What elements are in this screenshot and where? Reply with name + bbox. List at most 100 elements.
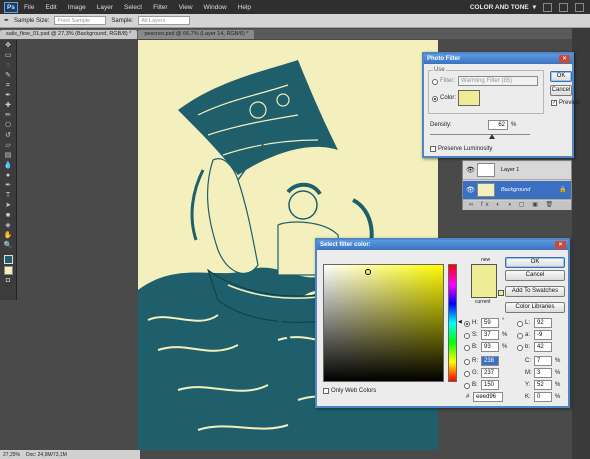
current-color-swatch[interactable] <box>471 281 497 298</box>
crop-tool-icon[interactable]: ⌗ <box>3 82 14 90</box>
clone-stamp-tool-icon[interactable]: ⎔ <box>3 122 14 130</box>
quick-mask-icon[interactable]: ◘ <box>3 277 14 285</box>
yellow-input[interactable]: 52 <box>534 380 552 390</box>
filter-radio[interactable] <box>432 79 438 85</box>
menu-layer[interactable]: Layer <box>97 4 113 11</box>
red-radio[interactable] <box>464 359 470 365</box>
menu-file[interactable]: File <box>24 4 34 11</box>
layers-panel-footer-icons[interactable]: ∞ fx ◐ ◑ ▢ ▣ 🗑 <box>463 201 571 210</box>
hue-input[interactable]: 59 <box>481 318 499 328</box>
eraser-tool-icon[interactable]: ▱ <box>3 142 14 150</box>
saturation-radio[interactable] <box>464 333 470 339</box>
saturation-input[interactable]: 37 <box>481 330 499 340</box>
density-slider-thumb[interactable] <box>489 134 495 139</box>
3d-tool-icon[interactable]: ◈ <box>3 222 14 230</box>
tab-sails-flow[interactable]: sails_flow_01.psd @ 27,3% (Background, R… <box>0 30 138 39</box>
workspace-switcher[interactable]: COLOR AND TONE ▾ <box>470 2 584 12</box>
hue-radio[interactable] <box>464 321 470 327</box>
only-web-colors-checkbox[interactable] <box>323 388 329 394</box>
green-input[interactable]: 237 <box>481 368 499 378</box>
web-safe-cube-icon[interactable] <box>498 290 504 296</box>
background-color-swatch[interactable] <box>3 266 13 275</box>
history-brush-tool-icon[interactable]: ↺ <box>3 132 14 140</box>
lab-b-input[interactable]: 42 <box>534 342 552 352</box>
zoom-tool-icon[interactable]: 🔍 <box>3 242 14 250</box>
move-tool-icon[interactable]: ✥ <box>3 42 14 50</box>
layer-name[interactable]: Background <box>501 187 530 193</box>
hex-input[interactable]: eeed96 <box>473 392 503 402</box>
sample-size-select[interactable]: Point Sample <box>54 16 107 25</box>
ok-button[interactable]: OK <box>505 257 565 268</box>
healing-brush-tool-icon[interactable]: ✚ <box>3 102 14 110</box>
close-icon[interactable] <box>575 2 584 12</box>
foreground-color-swatch[interactable] <box>3 255 13 264</box>
menu-select[interactable]: Select <box>124 4 142 11</box>
pen-tool-icon[interactable]: ✒ <box>3 182 14 190</box>
density-input[interactable]: 62 <box>488 120 508 130</box>
eyedropper-tool-icon[interactable]: ✒ <box>3 92 14 100</box>
eyedropper-icon[interactable]: ✒ <box>4 17 9 24</box>
lasso-tool-icon[interactable]: ◌ <box>3 62 14 70</box>
color-field[interactable] <box>323 264 444 382</box>
color-field-cursor[interactable] <box>365 269 371 275</box>
gradient-tool-icon[interactable]: ▤ <box>3 152 14 160</box>
quick-select-tool-icon[interactable]: ✎ <box>3 72 14 80</box>
hue-slider-arrow-icon[interactable]: ◀ <box>458 319 462 325</box>
density-slider[interactable] <box>430 134 530 135</box>
zoom-level[interactable]: 27,25% <box>3 452 20 458</box>
type-tool-icon[interactable]: T <box>3 192 14 200</box>
lab-a-radio[interactable] <box>517 333 523 339</box>
cyan-input[interactable]: 7 <box>534 356 552 366</box>
color-libraries-button[interactable]: Color Libraries <box>505 302 565 313</box>
blue-input[interactable]: 150 <box>481 380 499 390</box>
cancel-button[interactable]: Cancel <box>505 270 565 281</box>
layer-row[interactable]: 👁 Layer 1 <box>463 161 571 180</box>
brush-tool-icon[interactable]: ✏ <box>3 112 14 120</box>
maximize-icon[interactable] <box>559 2 568 12</box>
preserve-luminosity-checkbox[interactable] <box>430 146 436 152</box>
minimize-icon[interactable] <box>543 2 552 12</box>
ok-button[interactable]: OK <box>550 71 572 82</box>
eye-icon[interactable]: 👁 <box>466 166 475 174</box>
dodge-tool-icon[interactable]: ● <box>3 172 14 180</box>
only-web-colors-label: Only Web Colors <box>331 388 377 394</box>
sample-select[interactable]: All Layers <box>138 16 191 25</box>
magenta-input[interactable]: 3 <box>534 368 552 378</box>
layer-row-selected[interactable]: 👁 Background 🔒 <box>463 181 571 200</box>
menu-image[interactable]: Image <box>68 4 86 11</box>
layer-name[interactable]: Layer 1 <box>501 167 519 173</box>
add-to-swatches-button[interactable]: Add To Swatches <box>505 286 565 297</box>
marquee-tool-icon[interactable]: ▭ <box>3 52 14 60</box>
hand-tool-icon[interactable]: ✋ <box>3 232 14 240</box>
blue-radio[interactable] <box>464 383 470 389</box>
menu-filter[interactable]: Filter <box>153 4 167 11</box>
lab-b-radio[interactable] <box>517 345 523 351</box>
menu-window[interactable]: Window <box>204 4 227 11</box>
tab-pescreo[interactable]: pescreo.psd @ 66,7% (Layer 14, RGB/8) * <box>138 30 255 39</box>
color-swatch[interactable] <box>458 90 480 106</box>
brightness-radio[interactable] <box>464 345 470 351</box>
color-radio[interactable] <box>432 96 438 102</box>
filter-select[interactable]: Warming Filter (85) <box>458 76 538 86</box>
green-radio[interactable] <box>464 371 470 377</box>
lab-l-input[interactable]: 92 <box>534 318 552 328</box>
close-icon[interactable]: × <box>555 241 566 249</box>
close-icon[interactable]: × <box>559 55 570 63</box>
black-input[interactable]: 0 <box>534 392 552 402</box>
lab-l-radio[interactable] <box>517 321 523 327</box>
cancel-button[interactable]: Cancel <box>550 85 572 96</box>
blur-tool-icon[interactable]: 💧 <box>3 162 14 170</box>
preview-checkbox[interactable]: ✓ <box>551 100 557 106</box>
menu-view[interactable]: View <box>179 4 193 11</box>
shape-tool-icon[interactable]: ■ <box>3 212 14 220</box>
menu-help[interactable]: Help <box>238 4 251 11</box>
brightness-input[interactable]: 93 <box>481 342 499 352</box>
preview-label: Preview <box>559 100 581 106</box>
red-input[interactable]: 238 <box>481 356 499 366</box>
options-bar: ✒ Sample Size: Point Sample Sample: All … <box>0 14 590 28</box>
lab-a-input[interactable]: -9 <box>534 330 552 340</box>
menu-edit[interactable]: Edit <box>45 4 56 11</box>
path-select-tool-icon[interactable]: ➤ <box>3 202 14 210</box>
hue-slider[interactable] <box>448 264 457 382</box>
eye-icon[interactable]: 👁 <box>466 186 475 194</box>
